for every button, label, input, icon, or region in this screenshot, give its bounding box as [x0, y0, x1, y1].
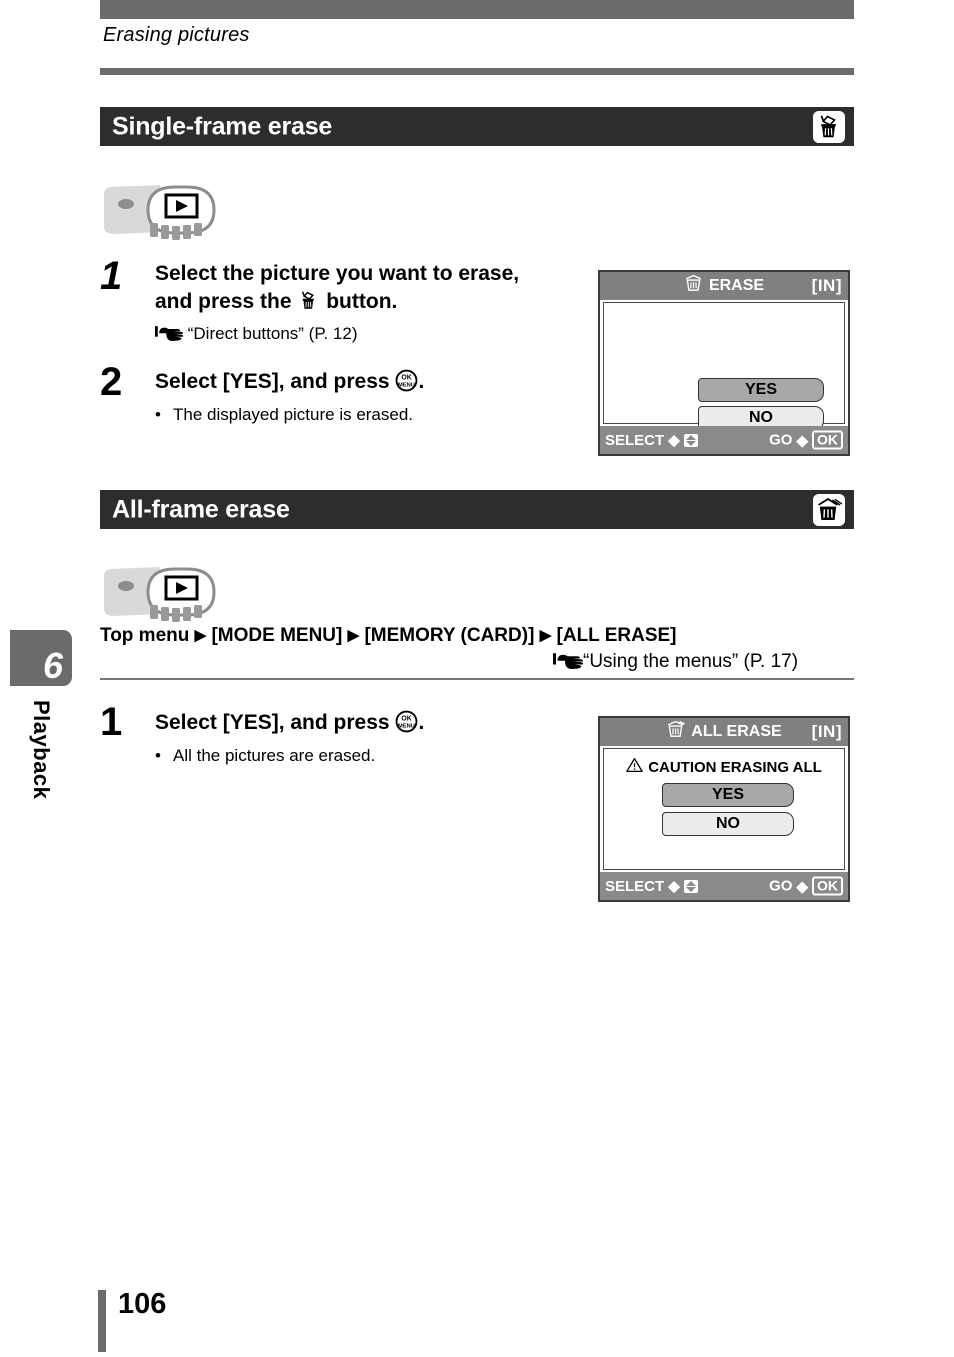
lcd-screen-all-erase: ALL ERASE [IN] CAUTION ERASING ALL YES N… [598, 716, 850, 902]
all-erase-step-1-bullet-text: All the pictures are erased. [173, 746, 376, 765]
chapter-number: 6 [42, 645, 63, 686]
step-2-text-after: . [418, 370, 425, 393]
menu-path: Top menu ▶ [MODE MENU] ▶ [MEMORY (CARD)]… [100, 625, 677, 647]
chapter-label: Playback [29, 700, 54, 800]
ok-button-icon: OK [812, 876, 843, 896]
step-2-bullet: • The displayed picture is erased. [155, 405, 413, 425]
lcd-location-indicator: [IN] [811, 276, 842, 295]
trash-single-icon [813, 110, 845, 143]
svg-text:OK: OK [402, 716, 412, 723]
page-number: 106 [118, 1288, 167, 1320]
diamond-icon: ◆ [796, 432, 808, 449]
pointing-hand-icon [553, 650, 584, 676]
lcd-title-bar: ALL ERASE [IN] [600, 718, 848, 746]
lcd-option-yes[interactable]: YES [698, 378, 824, 402]
lcd-option-yes-label: YES [711, 786, 744, 803]
lcd-caution-message: CAUTION ERASING ALL [604, 757, 844, 777]
lcd-content-area: CAUTION ERASING ALL YES NO [603, 748, 845, 870]
section-header-single-frame-erase: Single-frame erase [100, 107, 854, 146]
running-head: Erasing pictures [103, 24, 250, 46]
menu-reference: “Using the menus” (P. 17) [553, 650, 798, 676]
camera-playback-button-illustration-1 [100, 180, 226, 242]
trash-basket-icon [684, 274, 703, 298]
all-erase-step-1-text-before: Select [YES], and press [155, 711, 390, 734]
menu-path-step-0: Top menu [100, 625, 190, 646]
camera-playback-button-illustration-2 [100, 562, 226, 624]
menu-path-step-3: [ALL ERASE] [556, 625, 677, 646]
ok-button-icon: OK [812, 430, 843, 450]
pointing-hand-icon [155, 323, 184, 348]
step-number-2: 2 [100, 360, 123, 404]
section-divider-rule [100, 678, 854, 680]
lcd-footer-go-label: GO [769, 877, 793, 895]
lcd-title-text: ALL ERASE [691, 723, 782, 740]
menu-path-step-1: [MODE MENU] [211, 625, 343, 646]
menu-path-separator: ▶ [194, 627, 207, 644]
lcd-screen-erase: ERASE [IN] YES NO SELECT ◆ GO ◆ OK [598, 270, 850, 456]
diamond-icon: ◆ [668, 432, 680, 449]
step-2-instruction: Select [YES], and press OK MENU . [155, 368, 555, 400]
ok-menu-button-icon: OK MENU [395, 369, 418, 400]
step-1-instruction: Select the picture you want to erase, an… [155, 260, 555, 321]
up-down-arrows-icon [683, 433, 698, 447]
menu-path-separator: ▶ [539, 627, 552, 644]
all-erase-step-1-bullet: • All the pictures are erased. [155, 746, 375, 766]
lcd-option-no-label: NO [749, 409, 773, 426]
bullet-marker: • [155, 746, 161, 765]
lcd-title-text: ERASE [708, 277, 765, 294]
lcd-footer-select: SELECT ◆ [605, 431, 698, 449]
menu-path-separator: ▶ [347, 627, 360, 644]
lcd-caution-text: CAUTION ERASING ALL [648, 758, 822, 776]
header-rule [100, 68, 854, 75]
lcd-footer-go-label: GO [769, 431, 793, 449]
lcd-footer-go: GO ◆ OK [769, 876, 843, 896]
menu-path-step-2: [MEMORY (CARD)] [364, 625, 535, 646]
step-2-text-before: Select [YES], and press [155, 370, 390, 393]
trash-single-icon [297, 289, 320, 320]
lcd-footer-select-label: SELECT [605, 877, 665, 895]
svg-text:MENU: MENU [398, 724, 415, 730]
lcd-footer-select: SELECT ◆ [605, 877, 698, 895]
up-down-arrows-icon [683, 879, 698, 893]
step-1-reference: “Direct buttons” (P. 12) [155, 323, 358, 348]
warning-triangle-icon [626, 757, 643, 777]
menu-reference-text: “Using the menus” (P. 17) [583, 651, 799, 672]
ok-menu-button-icon: OK MENU [395, 710, 418, 741]
trash-basket-icon [666, 720, 686, 744]
section-title: All-frame erase [112, 495, 290, 523]
lcd-footer-bar: SELECT ◆ GO ◆ OK [600, 426, 848, 454]
svg-text:MENU: MENU [398, 383, 415, 389]
step-1-text-after: button. [326, 290, 398, 314]
lcd-option-yes-label: YES [744, 381, 777, 398]
trash-all-icon [813, 493, 845, 526]
all-erase-step-1-instruction: Select [YES], and press OK MENU . [155, 709, 555, 741]
step-number-1: 1 [100, 254, 123, 298]
top-rule [100, 0, 854, 19]
all-erase-step-number-1: 1 [100, 700, 123, 744]
diamond-icon: ◆ [796, 878, 808, 895]
lcd-title-bar: ERASE [IN] [600, 272, 848, 300]
step-2-bullet-text: The displayed picture is erased. [173, 405, 414, 424]
all-erase-step-1-text-after: . [418, 711, 425, 734]
lcd-content-area: YES NO [603, 302, 845, 430]
lcd-option-no-label: NO [716, 815, 740, 832]
step-1-reference-text: “Direct buttons” (P. 12) [187, 324, 358, 343]
chapter-tab: 6 [10, 630, 72, 686]
footer-marker [98, 1290, 106, 1352]
section-title: Single-frame erase [112, 112, 333, 140]
lcd-footer-go: GO ◆ OK [769, 430, 843, 450]
bullet-marker: • [155, 405, 161, 424]
lcd-option-no[interactable]: NO [662, 812, 794, 836]
lcd-location-indicator: [IN] [811, 722, 842, 741]
lcd-footer-select-label: SELECT [605, 431, 665, 449]
section-header-all-frame-erase: All-frame erase [100, 490, 854, 529]
lcd-option-yes[interactable]: YES [662, 783, 794, 807]
diamond-icon: ◆ [668, 878, 680, 895]
svg-text:OK: OK [402, 375, 412, 382]
lcd-footer-bar: SELECT ◆ GO ◆ OK [600, 872, 848, 900]
